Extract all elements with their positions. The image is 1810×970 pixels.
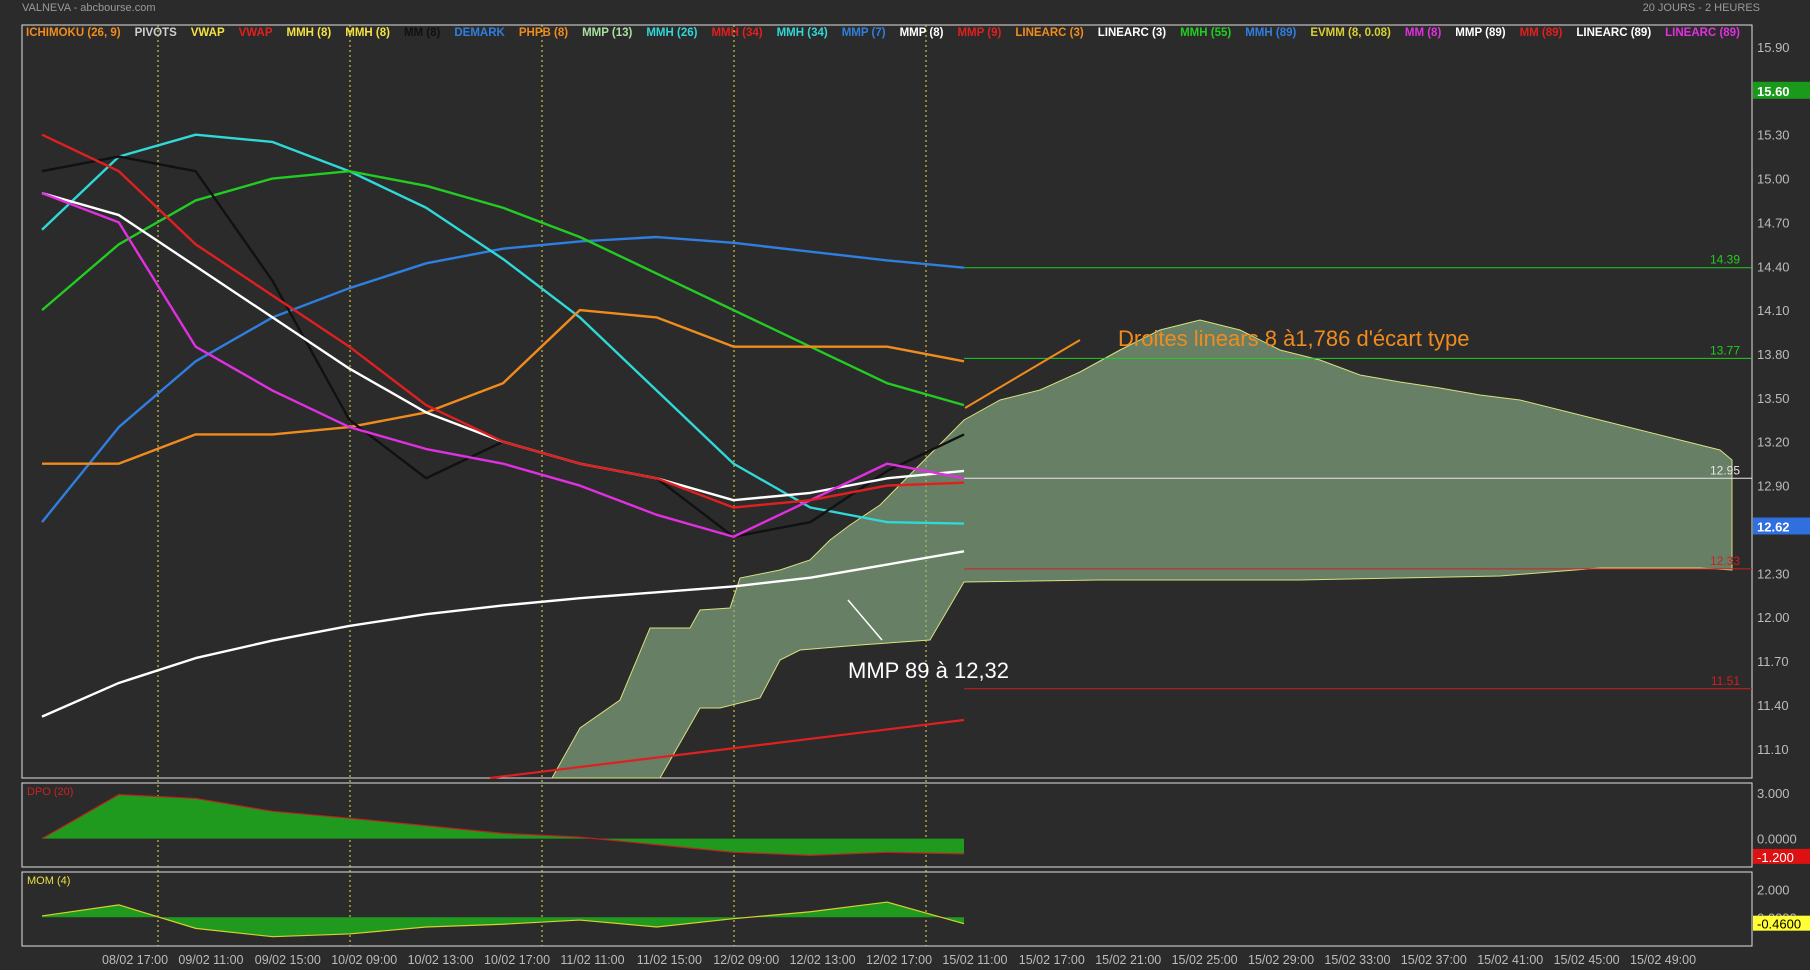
x-tick-label: 09/02 11:00 — [178, 953, 243, 967]
level-label: 11.51 — [1711, 674, 1740, 688]
series-line — [41, 133, 965, 525]
x-tick-label: 12/02 13:00 — [790, 953, 856, 967]
mom-area — [42, 902, 964, 937]
y-tick-label: 12.00 — [1757, 610, 1790, 625]
x-tick-label: 15/02 41:00 — [1477, 953, 1543, 967]
x-tick-label: 10/02 13:00 — [408, 953, 474, 967]
x-tick-label: 15/02 11:00 — [942, 953, 1007, 967]
level-label: 12.33 — [1710, 554, 1740, 568]
y-tick-label: 15.30 — [1757, 128, 1790, 143]
x-tick-label: 15/02 21:00 — [1095, 953, 1161, 967]
y-tick-label: 11.70 — [1757, 654, 1789, 669]
y-tick-label: 14.40 — [1757, 259, 1790, 274]
dpo-title: DPO (20) — [27, 786, 73, 798]
linear-note: Droites linears 8 à1,786 d'écart type — [1118, 326, 1470, 351]
y-tick-label: 13.80 — [1757, 347, 1790, 362]
y-tick-label: 15.00 — [1757, 172, 1790, 187]
level-label: 12.95 — [1710, 463, 1740, 477]
x-tick-label: 08/02 17:00 — [102, 953, 168, 967]
x-tick-label: 15/02 29:00 — [1248, 953, 1314, 967]
y-tick-label: 13.50 — [1757, 391, 1790, 406]
y-tick-label: 11.40 — [1757, 698, 1789, 713]
mom-tick-label: 2.000 — [1757, 883, 1790, 898]
trend-line-red — [489, 718, 965, 780]
mmp-note: MMP 89 à 12,32 — [848, 658, 1009, 683]
y-tick-label: 12.30 — [1757, 566, 1790, 581]
y-tick-label: 14.70 — [1757, 215, 1790, 230]
x-tick-label: 15/02 49:00 — [1630, 953, 1696, 967]
ichimoku-cloud — [551, 319, 1733, 779]
x-tick-label: 12/02 09:00 — [713, 953, 779, 967]
dpo-marker-label: -1.200 — [1757, 850, 1794, 865]
mom-title: MOM (4) — [27, 875, 70, 887]
x-tick-label: 15/02 37:00 — [1401, 953, 1467, 967]
x-tick-label: 09/02 15:00 — [255, 953, 321, 967]
y-tick-label: 15.90 — [1757, 40, 1790, 55]
x-tick-label: 10/02 17:00 — [484, 953, 550, 967]
x-tick-label: 10/02 09:00 — [331, 953, 397, 967]
y-tick-label: 13.20 — [1757, 435, 1790, 450]
series-line — [41, 192, 965, 538]
x-tick-label: 15/02 45:00 — [1554, 953, 1620, 967]
mom-marker-label: -0.4600 — [1757, 917, 1801, 932]
x-tick-label: 15/02 33:00 — [1324, 953, 1390, 967]
y-tick-label: 12.90 — [1757, 479, 1790, 494]
price-marker-label: 15.60 — [1757, 84, 1790, 99]
price-marker-label: 12.62 — [1757, 520, 1790, 535]
price-chart: 14.39 13.77 12.95 12.33 11.51 15.90 15.60 15.30… — [21, 24, 1810, 967]
x-tick-label: 15/02 25:00 — [1172, 953, 1238, 967]
series-line — [41, 235, 965, 523]
x-tick-label: 12/02 17:00 — [866, 953, 932, 967]
series-line — [41, 170, 965, 407]
level-label: 14.39 — [1710, 253, 1740, 267]
x-tick-label: 11/02 11:00 — [560, 953, 624, 967]
y-tick-label: 11.10 — [1757, 742, 1789, 757]
y-tick-label: 14.10 — [1757, 303, 1790, 318]
x-tick-label: 11/02 15:00 — [637, 953, 702, 967]
dpo-area — [42, 794, 964, 856]
dpo-tick-label: 0.0000 — [1757, 832, 1797, 847]
x-tick-label: 15/02 17:00 — [1019, 953, 1085, 967]
level-label: 13.77 — [1710, 343, 1740, 357]
dpo-tick-label: 3.000 — [1757, 786, 1790, 801]
